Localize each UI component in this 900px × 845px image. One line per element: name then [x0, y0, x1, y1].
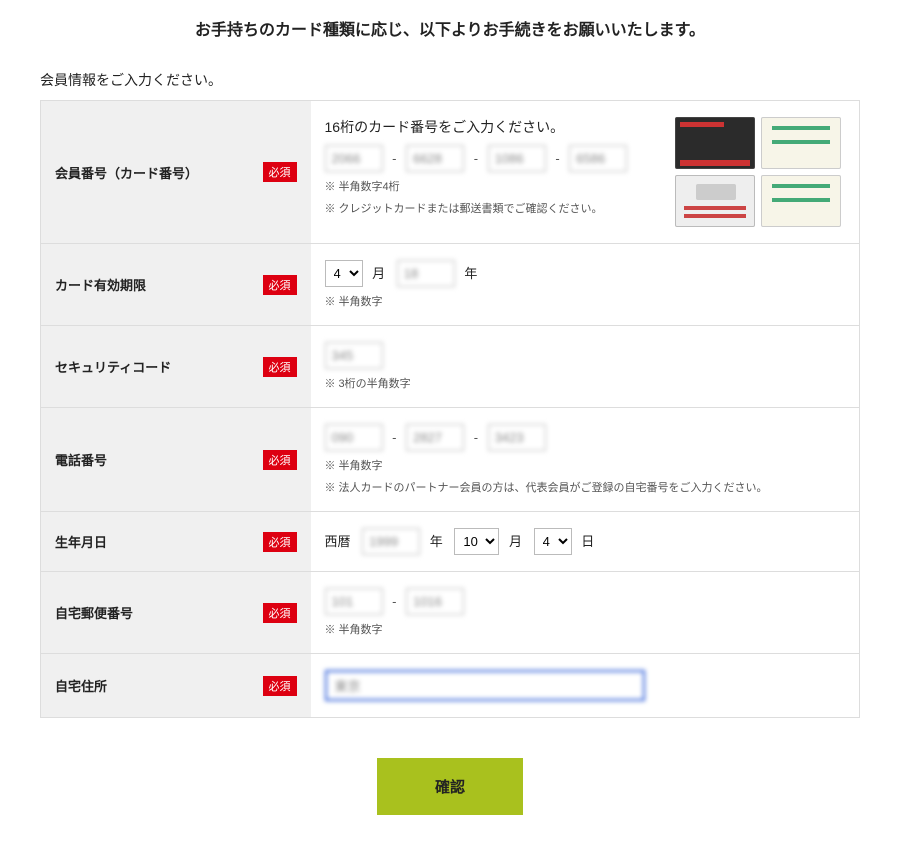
postal-note: ※ 半角数字 [325, 621, 846, 637]
cvv-input[interactable] [325, 342, 383, 369]
expiry-year-input[interactable] [397, 260, 455, 287]
card-no-3[interactable] [488, 145, 546, 172]
card-sample-images [675, 117, 845, 227]
required-badge: 必須 [263, 357, 297, 377]
card-instruction: 16桁のカード番号をご入力ください。 [325, 117, 658, 137]
required-badge: 必須 [263, 676, 297, 696]
address-input[interactable] [325, 670, 645, 701]
label-card-no: 会員番号（カード番号） [55, 166, 198, 181]
member-info-form: 会員番号（カード番号） 必須 16桁のカード番号をご入力ください。 - - [40, 100, 860, 718]
dash: - [386, 594, 402, 609]
dash: - [468, 151, 484, 166]
card-sample-light-icon [761, 117, 841, 169]
card-no-2[interactable] [406, 145, 464, 172]
label-dob: 生年月日 [55, 535, 107, 550]
subheading: 会員情報をご入力ください。 [40, 70, 860, 100]
page-heading: お手持ちのカード種類に応じ、以下よりお手続きをお願いいたします。 [40, 10, 860, 70]
confirm-button[interactable]: 確認 [377, 758, 523, 815]
label-cvv: セキュリティコード [55, 360, 171, 375]
era-label: 西暦 [325, 531, 359, 550]
label-postal: 自宅郵便番号 [55, 606, 133, 621]
card-sample-dark-icon [675, 117, 755, 169]
expiry-month-select[interactable]: 4 [325, 260, 363, 287]
unit-month: 月 [503, 531, 530, 550]
phone-1[interactable] [325, 424, 383, 451]
dash: - [549, 151, 565, 166]
label-phone: 電話番号 [55, 453, 107, 468]
required-badge: 必須 [263, 275, 297, 295]
dob-day-select[interactable]: 4 [534, 528, 572, 555]
card-note-1: ※ 半角数字4桁 [325, 178, 658, 194]
phone-note-1: ※ 半角数字 [325, 457, 846, 473]
card-note-2: ※ クレジットカードまたは郵送書類でご確認ください。 [325, 200, 658, 216]
phone-2[interactable] [406, 424, 464, 451]
dash: - [468, 430, 484, 445]
label-expiry: カード有効期限 [55, 278, 146, 293]
unit-month: 月 [366, 263, 393, 282]
card-sample-light2-icon [761, 175, 841, 227]
required-badge: 必須 [263, 532, 297, 552]
cvv-note: ※ 3桁の半角数字 [325, 375, 846, 391]
postal-2[interactable] [406, 588, 464, 615]
dob-month-select[interactable]: 10 [454, 528, 499, 555]
unit-year: 年 [424, 531, 451, 550]
card-no-4[interactable] [569, 145, 627, 172]
postal-1[interactable] [325, 588, 383, 615]
required-badge: 必須 [263, 603, 297, 623]
unit-day: 日 [575, 531, 602, 550]
label-address: 自宅住所 [55, 679, 107, 694]
expiry-note: ※ 半角数字 [325, 293, 846, 309]
card-sample-gray-icon [675, 175, 755, 227]
card-no-1[interactable] [325, 145, 383, 172]
phone-note-2: ※ 法人カードのパートナー会員の方は、代表会員がご登録の自宅番号をご入力ください… [325, 479, 846, 495]
phone-3[interactable] [488, 424, 546, 451]
dash: - [386, 151, 402, 166]
unit-year: 年 [458, 263, 485, 282]
required-badge: 必須 [263, 162, 297, 182]
dash: - [386, 430, 402, 445]
required-badge: 必須 [263, 450, 297, 470]
dob-year-input[interactable] [362, 528, 420, 555]
